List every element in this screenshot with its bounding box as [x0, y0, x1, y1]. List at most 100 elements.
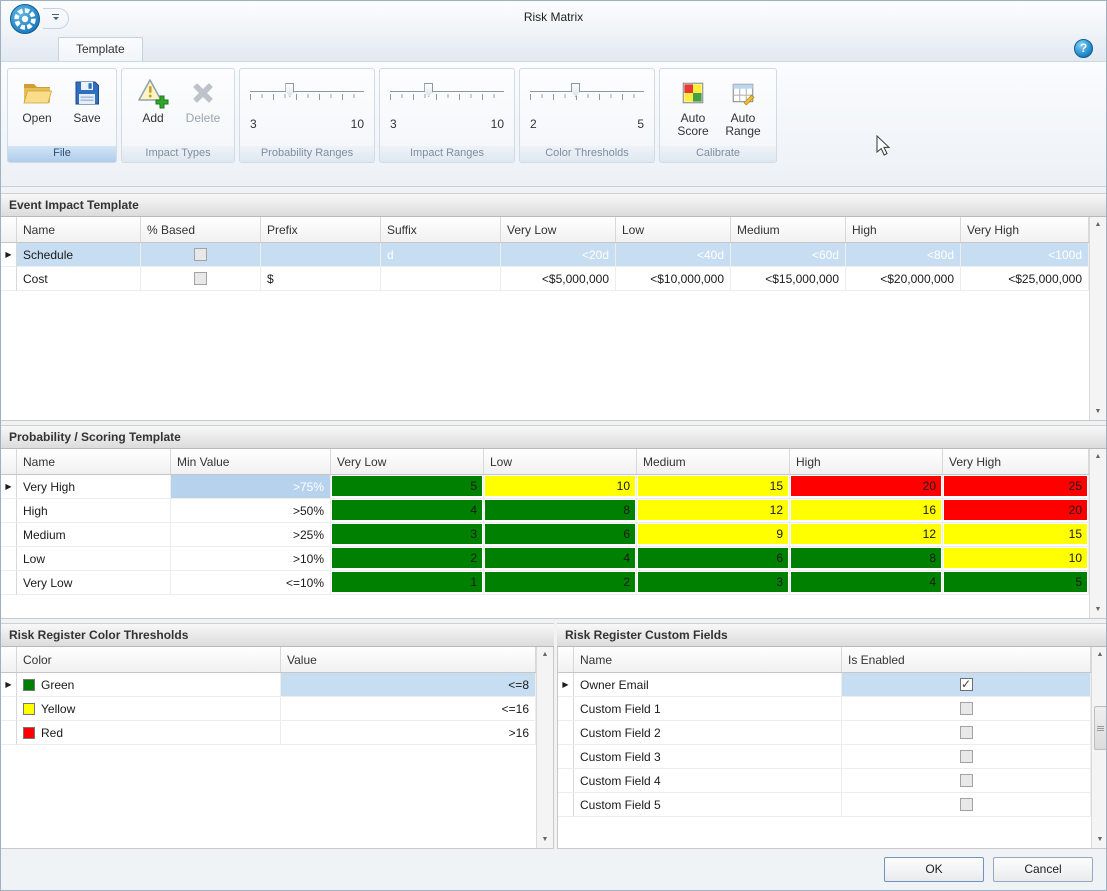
cell-value[interactable]: >16: [281, 721, 536, 745]
column-header-suffix[interactable]: Suffix: [381, 217, 501, 242]
probability-row-very-high[interactable]: ▶ Very High >75% 5 10 15 20 25: [1, 475, 1089, 499]
column-header-high[interactable]: High: [790, 449, 943, 474]
cell-name[interactable]: Custom Field 5: [574, 793, 842, 817]
cell-score-high[interactable]: 8: [790, 547, 943, 571]
is-enabled-checkbox[interactable]: ✓: [960, 774, 973, 787]
cell-score-very-low[interactable]: 3: [331, 523, 484, 547]
is-enabled-checkbox[interactable]: ✓: [960, 726, 973, 739]
scroll-down-icon[interactable]: ▼: [1097, 835, 1104, 845]
custom-field-row-1[interactable]: Custom Field 1 ✓: [558, 697, 1091, 721]
save-button[interactable]: Save: [63, 72, 111, 146]
column-header-is-enabled[interactable]: Is Enabled: [842, 647, 1091, 672]
is-enabled-checkbox[interactable]: ✓: [960, 750, 973, 763]
thresholds-scrollbar[interactable]: ▲ ▼: [536, 647, 553, 848]
cell-color[interactable]: Green: [17, 673, 281, 697]
scroll-down-icon[interactable]: ▼: [542, 835, 549, 845]
cell-min-value[interactable]: >50%: [171, 499, 331, 523]
is-enabled-checkbox[interactable]: ✓: [960, 702, 973, 715]
column-header-low[interactable]: Low: [616, 217, 731, 242]
cancel-button[interactable]: Cancel: [993, 857, 1093, 882]
column-header-min-value[interactable]: Min Value: [171, 449, 331, 474]
cell-score-low[interactable]: 4: [484, 547, 637, 571]
column-header-prefix[interactable]: Prefix: [261, 217, 381, 242]
cell-is-enabled[interactable]: ✓: [842, 673, 1091, 697]
column-header-very-low[interactable]: Very Low: [331, 449, 484, 474]
cell-is-enabled[interactable]: ✓: [842, 793, 1091, 817]
cell-prefix[interactable]: [261, 243, 381, 267]
application-menu-icon[interactable]: [9, 3, 41, 35]
cell-score-low[interactable]: 8: [484, 499, 637, 523]
scroll-up-icon[interactable]: ▲: [542, 650, 549, 660]
ok-button[interactable]: OK: [884, 857, 984, 882]
cell-low[interactable]: <$10,000,000: [616, 267, 731, 291]
scrollbar-thumb[interactable]: [1094, 706, 1107, 750]
custom-field-row-5[interactable]: Custom Field 5 ✓: [558, 793, 1091, 817]
slider-track[interactable]: [530, 91, 644, 92]
open-button[interactable]: Open: [13, 72, 61, 146]
cell-score-low[interactable]: 6: [484, 523, 637, 547]
probability-row-low[interactable]: Low >10% 2 4 6 8 10: [1, 547, 1089, 571]
cell-score-medium[interactable]: 3: [637, 571, 790, 595]
cell-pct-based[interactable]: ✓: [141, 243, 261, 267]
tab-template[interactable]: Template: [58, 37, 143, 61]
cell-very-high[interactable]: <$25,000,000: [961, 267, 1089, 291]
cell-suffix[interactable]: [381, 267, 501, 291]
cell-name[interactable]: Schedule: [17, 243, 141, 267]
column-header-high[interactable]: High: [846, 217, 961, 242]
scroll-up-icon[interactable]: ▲: [1097, 650, 1104, 660]
event-impact-row-schedule[interactable]: ▶ Schedule ✓ d <20d <40d <60d <80d <100d: [1, 243, 1089, 267]
cell-score-very-high[interactable]: 5: [943, 571, 1089, 595]
cell-name[interactable]: Custom Field 1: [574, 697, 842, 721]
cell-name[interactable]: Very Low: [17, 571, 171, 595]
column-header-name[interactable]: Name: [574, 647, 842, 672]
threshold-row-yellow[interactable]: Yellow <=16: [1, 697, 536, 721]
quick-access-toolbar-dropdown[interactable]: [43, 8, 69, 29]
cell-score-medium[interactable]: 15: [637, 475, 790, 499]
color-thresholds-slider[interactable]: [530, 79, 644, 109]
is-enabled-checkbox[interactable]: ✓: [960, 798, 973, 811]
cell-name[interactable]: Very High: [17, 475, 171, 499]
cell-name[interactable]: Custom Field 4: [574, 769, 842, 793]
column-header-very-high[interactable]: Very High: [961, 217, 1089, 242]
cell-score-high[interactable]: 16: [790, 499, 943, 523]
cell-score-high[interactable]: 4: [790, 571, 943, 595]
cell-prefix[interactable]: $: [261, 267, 381, 291]
column-header-pct-based[interactable]: % Based: [141, 217, 261, 242]
probability-row-high[interactable]: High >50% 4 8 12 16 20: [1, 499, 1089, 523]
cell-score-medium[interactable]: 9: [637, 523, 790, 547]
probability-row-medium[interactable]: Medium >25% 3 6 9 12 15: [1, 523, 1089, 547]
pct-based-checkbox[interactable]: ✓: [194, 272, 207, 285]
cell-min-value[interactable]: >10%: [171, 547, 331, 571]
scroll-down-icon[interactable]: ▼: [1095, 407, 1102, 417]
cell-name[interactable]: Cost: [17, 267, 141, 291]
slider-track[interactable]: [250, 91, 364, 92]
column-header-low[interactable]: Low: [484, 449, 637, 474]
cell-value[interactable]: <=8: [281, 673, 536, 697]
cell-value[interactable]: <=16: [281, 697, 536, 721]
cell-name[interactable]: High: [17, 499, 171, 523]
cell-score-very-high[interactable]: 25: [943, 475, 1089, 499]
pct-based-checkbox[interactable]: ✓: [194, 248, 207, 261]
cell-high[interactable]: <80d: [846, 243, 961, 267]
threshold-row-red[interactable]: Red >16: [1, 721, 536, 745]
is-enabled-checkbox[interactable]: ✓: [960, 678, 973, 691]
cell-score-low[interactable]: 2: [484, 571, 637, 595]
cell-name[interactable]: Medium: [17, 523, 171, 547]
scroll-up-icon[interactable]: ▲: [1095, 220, 1102, 230]
cell-very-high[interactable]: <100d: [961, 243, 1089, 267]
custom-field-row-owner-email[interactable]: ▶ Owner Email ✓: [558, 673, 1091, 697]
cell-is-enabled[interactable]: ✓: [842, 745, 1091, 769]
cell-name[interactable]: Low: [17, 547, 171, 571]
cell-score-very-high[interactable]: 10: [943, 547, 1089, 571]
cell-score-very-low[interactable]: 4: [331, 499, 484, 523]
cell-score-very-high[interactable]: 20: [943, 499, 1089, 523]
column-header-medium[interactable]: Medium: [731, 217, 846, 242]
cell-name[interactable]: Custom Field 2: [574, 721, 842, 745]
column-header-very-low[interactable]: Very Low: [501, 217, 616, 242]
cell-medium[interactable]: <60d: [731, 243, 846, 267]
custom-field-row-4[interactable]: Custom Field 4 ✓: [558, 769, 1091, 793]
custom-fields-scrollbar[interactable]: ▲ ▼: [1091, 647, 1107, 848]
cell-score-low[interactable]: 10: [484, 475, 637, 499]
cell-high[interactable]: <$20,000,000: [846, 267, 961, 291]
column-header-name[interactable]: Name: [17, 449, 171, 474]
